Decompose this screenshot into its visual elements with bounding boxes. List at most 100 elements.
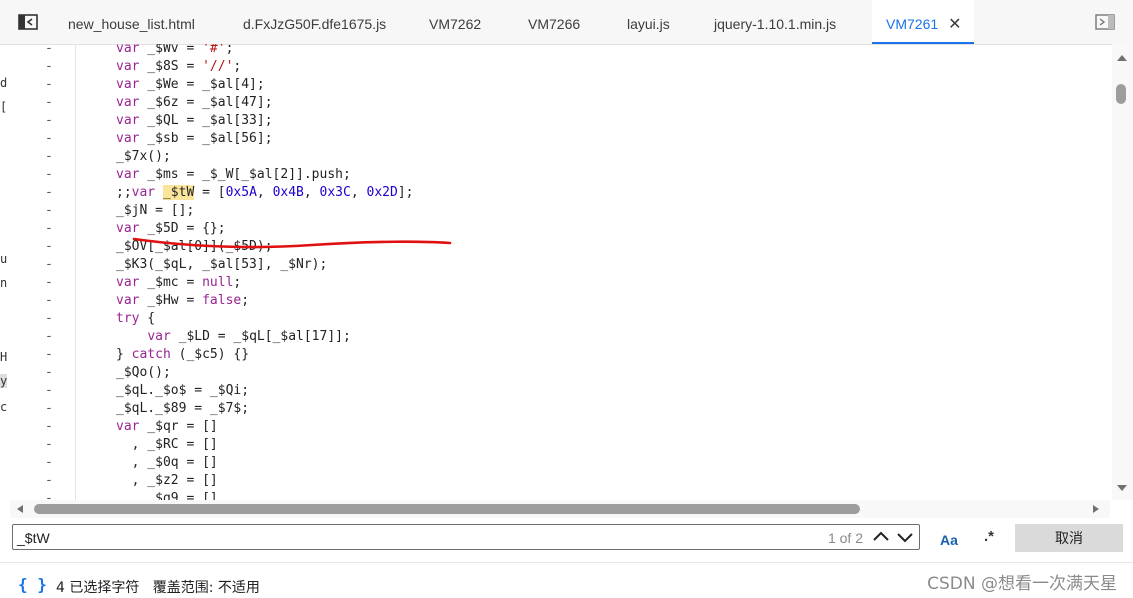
status-bar: { } 4 已选择字符 覆盖范围: 不适用 CSDN @想看一次满天星: [0, 562, 1133, 598]
code-text: _$jN = [];: [116, 203, 195, 218]
gutter-marker: -: [45, 365, 53, 380]
search-input[interactable]: _$tW 1 of 2: [12, 524, 920, 550]
gutter-marker: -: [45, 77, 53, 92]
code-line[interactable]: - try {: [10, 310, 1110, 328]
code-line[interactable]: - , _$z2 = []: [10, 472, 1110, 490]
left-panel-edge: d [ u n H y c: [0, 44, 9, 514]
left-edge-char: y: [0, 374, 8, 388]
code-text: var _$6z = _$al[47];: [116, 95, 273, 110]
tab-layui-js[interactable]: layui.js: [627, 0, 670, 44]
code-line[interactable]: - _$qL._$89 = _$7$;: [10, 400, 1110, 418]
tab-vm7262[interactable]: VM7262: [429, 0, 481, 44]
code-line[interactable]: - _$K3(_$qL, _$al[53], _$Nr);: [10, 256, 1110, 274]
gutter-marker: -: [45, 95, 53, 110]
code-line[interactable]: - var _$mc = null;: [10, 274, 1110, 292]
tab-vm7261[interactable]: VM7261 ✕: [872, 0, 974, 44]
tab-label: new_house_list.html: [68, 16, 195, 32]
scroll-left-icon[interactable]: [16, 504, 24, 514]
sidebar-toggle-icon[interactable]: [18, 14, 38, 30]
code-text: _$7x();: [116, 149, 171, 164]
panel-toggle-icon[interactable]: [1095, 14, 1115, 30]
match-count: 1 of 2: [827, 530, 863, 546]
cancel-button[interactable]: 取消: [1015, 524, 1123, 552]
regex-button[interactable]: .*: [984, 528, 994, 545]
tab-bar: new_house_list.html d.FxJzG50F.dfe1675.j…: [0, 0, 1133, 45]
close-icon[interactable]: ✕: [948, 1, 961, 49]
code-line[interactable]: - var _$Hw = false;: [10, 292, 1110, 310]
gutter-marker: -: [45, 347, 53, 362]
scroll-down-icon[interactable]: [1116, 484, 1128, 492]
gutter-marker: -: [45, 131, 53, 146]
search-query: _$tW: [17, 530, 50, 546]
left-edge-char: u: [0, 252, 8, 266]
code-text: var _$qr = []: [116, 419, 218, 434]
horizontal-scroll-thumb[interactable]: [34, 504, 860, 514]
code-line[interactable]: - var _$sb = _$al[56];: [10, 130, 1110, 148]
gutter-marker: -: [45, 491, 53, 500]
code-line[interactable]: - var _$8S = '//';: [10, 58, 1110, 76]
gutter-marker: -: [45, 329, 53, 344]
code-text: ;;var _$tW = [0x5A, 0x4B, 0x3C, 0x2D];: [116, 185, 414, 200]
red-underline-annotation: [132, 237, 452, 249]
code-line[interactable]: - _$qL._$o$ = _$Qi;: [10, 382, 1110, 400]
code-text: var _$Wv = '#';: [116, 44, 234, 56]
scroll-right-icon[interactable]: [1092, 504, 1100, 514]
code-text: } catch (_$c5) {}: [116, 347, 250, 362]
gutter-marker: -: [45, 44, 53, 56]
code-text: , _$0q = []: [116, 455, 218, 470]
code-line[interactable]: - , _$RC = []: [10, 436, 1110, 454]
code-line[interactable]: - _$jN = [];: [10, 202, 1110, 220]
tab-jquery-js[interactable]: jquery-1.10.1.min.js: [714, 0, 836, 44]
left-edge-char: c: [0, 400, 8, 414]
code-line[interactable]: - , _$g9 = []: [10, 490, 1110, 500]
code-line[interactable]: - var _$QL = _$al[33];: [10, 112, 1110, 130]
code-line[interactable]: - _$Qo();: [10, 364, 1110, 382]
gutter-marker: -: [45, 401, 53, 416]
next-match-icon[interactable]: [895, 527, 915, 547]
gutter-marker: -: [45, 203, 53, 218]
code-text: , _$g9 = []: [116, 491, 218, 500]
gutter-marker: -: [45, 185, 53, 200]
left-edge-char: [: [0, 100, 8, 114]
horizontal-scrollbar[interactable]: [10, 500, 1110, 518]
code-line[interactable]: - , _$0q = []: [10, 454, 1110, 472]
match-case-button[interactable]: Aa: [940, 532, 958, 548]
tab-new-house-list[interactable]: new_house_list.html: [68, 0, 195, 44]
code-text: var _$8S = '//';: [116, 59, 242, 74]
code-line[interactable]: - _$7x();: [10, 148, 1110, 166]
previous-match-icon[interactable]: [871, 527, 891, 547]
code-line[interactable]: - var _$ms = _$_W[_$al[2]].push;: [10, 166, 1110, 184]
tab-label: jquery-1.10.1.min.js: [714, 16, 837, 32]
code-line[interactable]: - var _$LD = _$qL[_$al[17]];: [10, 328, 1110, 346]
code-line[interactable]: - var _$Wv = '#';: [10, 44, 1110, 58]
gutter-marker: -: [45, 149, 53, 164]
code-text: var _$LD = _$qL[_$al[17]];: [147, 329, 351, 344]
pretty-print-icon[interactable]: { }: [18, 575, 47, 594]
gutter-marker: -: [45, 275, 53, 290]
code-editor[interactable]: - var _$Wv = '#'; - var _$8S = '//'; - var _$…: [10, 44, 1110, 500]
left-edge-char: d: [0, 76, 8, 90]
code-line[interactable]: - ;;var _$tW = [0x5A, 0x4B, 0x3C, 0x2D];: [10, 184, 1110, 202]
scroll-up-icon[interactable]: [1116, 54, 1128, 62]
code-line[interactable]: - } catch (_$c5) {}: [10, 346, 1110, 364]
gutter-marker: -: [45, 419, 53, 434]
code-text: var _$Hw = false;: [116, 293, 250, 308]
code-text: _$qL._$89 = _$7$;: [116, 401, 250, 416]
gutter-marker: -: [45, 221, 53, 236]
code-line[interactable]: - var _$qr = []: [10, 418, 1110, 436]
tab-fxjzg50f-js[interactable]: d.FxJzG50F.dfe1675.js: [243, 0, 386, 44]
code-text: _$K3(_$qL, _$al[53], _$Nr);: [116, 257, 328, 272]
left-edge-char: H: [0, 350, 8, 364]
gutter-marker: -: [45, 311, 53, 326]
code-text: try {: [116, 311, 156, 326]
vertical-scroll-thumb[interactable]: [1116, 84, 1126, 104]
code-line[interactable]: - var _$We = _$al[4];: [10, 76, 1110, 94]
code-line[interactable]: - var _$6z = _$al[47];: [10, 94, 1110, 112]
code-text: var _$We = _$al[4];: [116, 77, 265, 92]
gutter-marker: -: [45, 293, 53, 308]
code-text: , _$z2 = []: [116, 473, 218, 488]
tab-label: VM7261: [886, 16, 939, 32]
tab-label: VM7266: [528, 16, 581, 32]
vertical-scrollbar[interactable]: [1112, 44, 1133, 500]
tab-vm7266[interactable]: VM7266: [528, 0, 580, 44]
